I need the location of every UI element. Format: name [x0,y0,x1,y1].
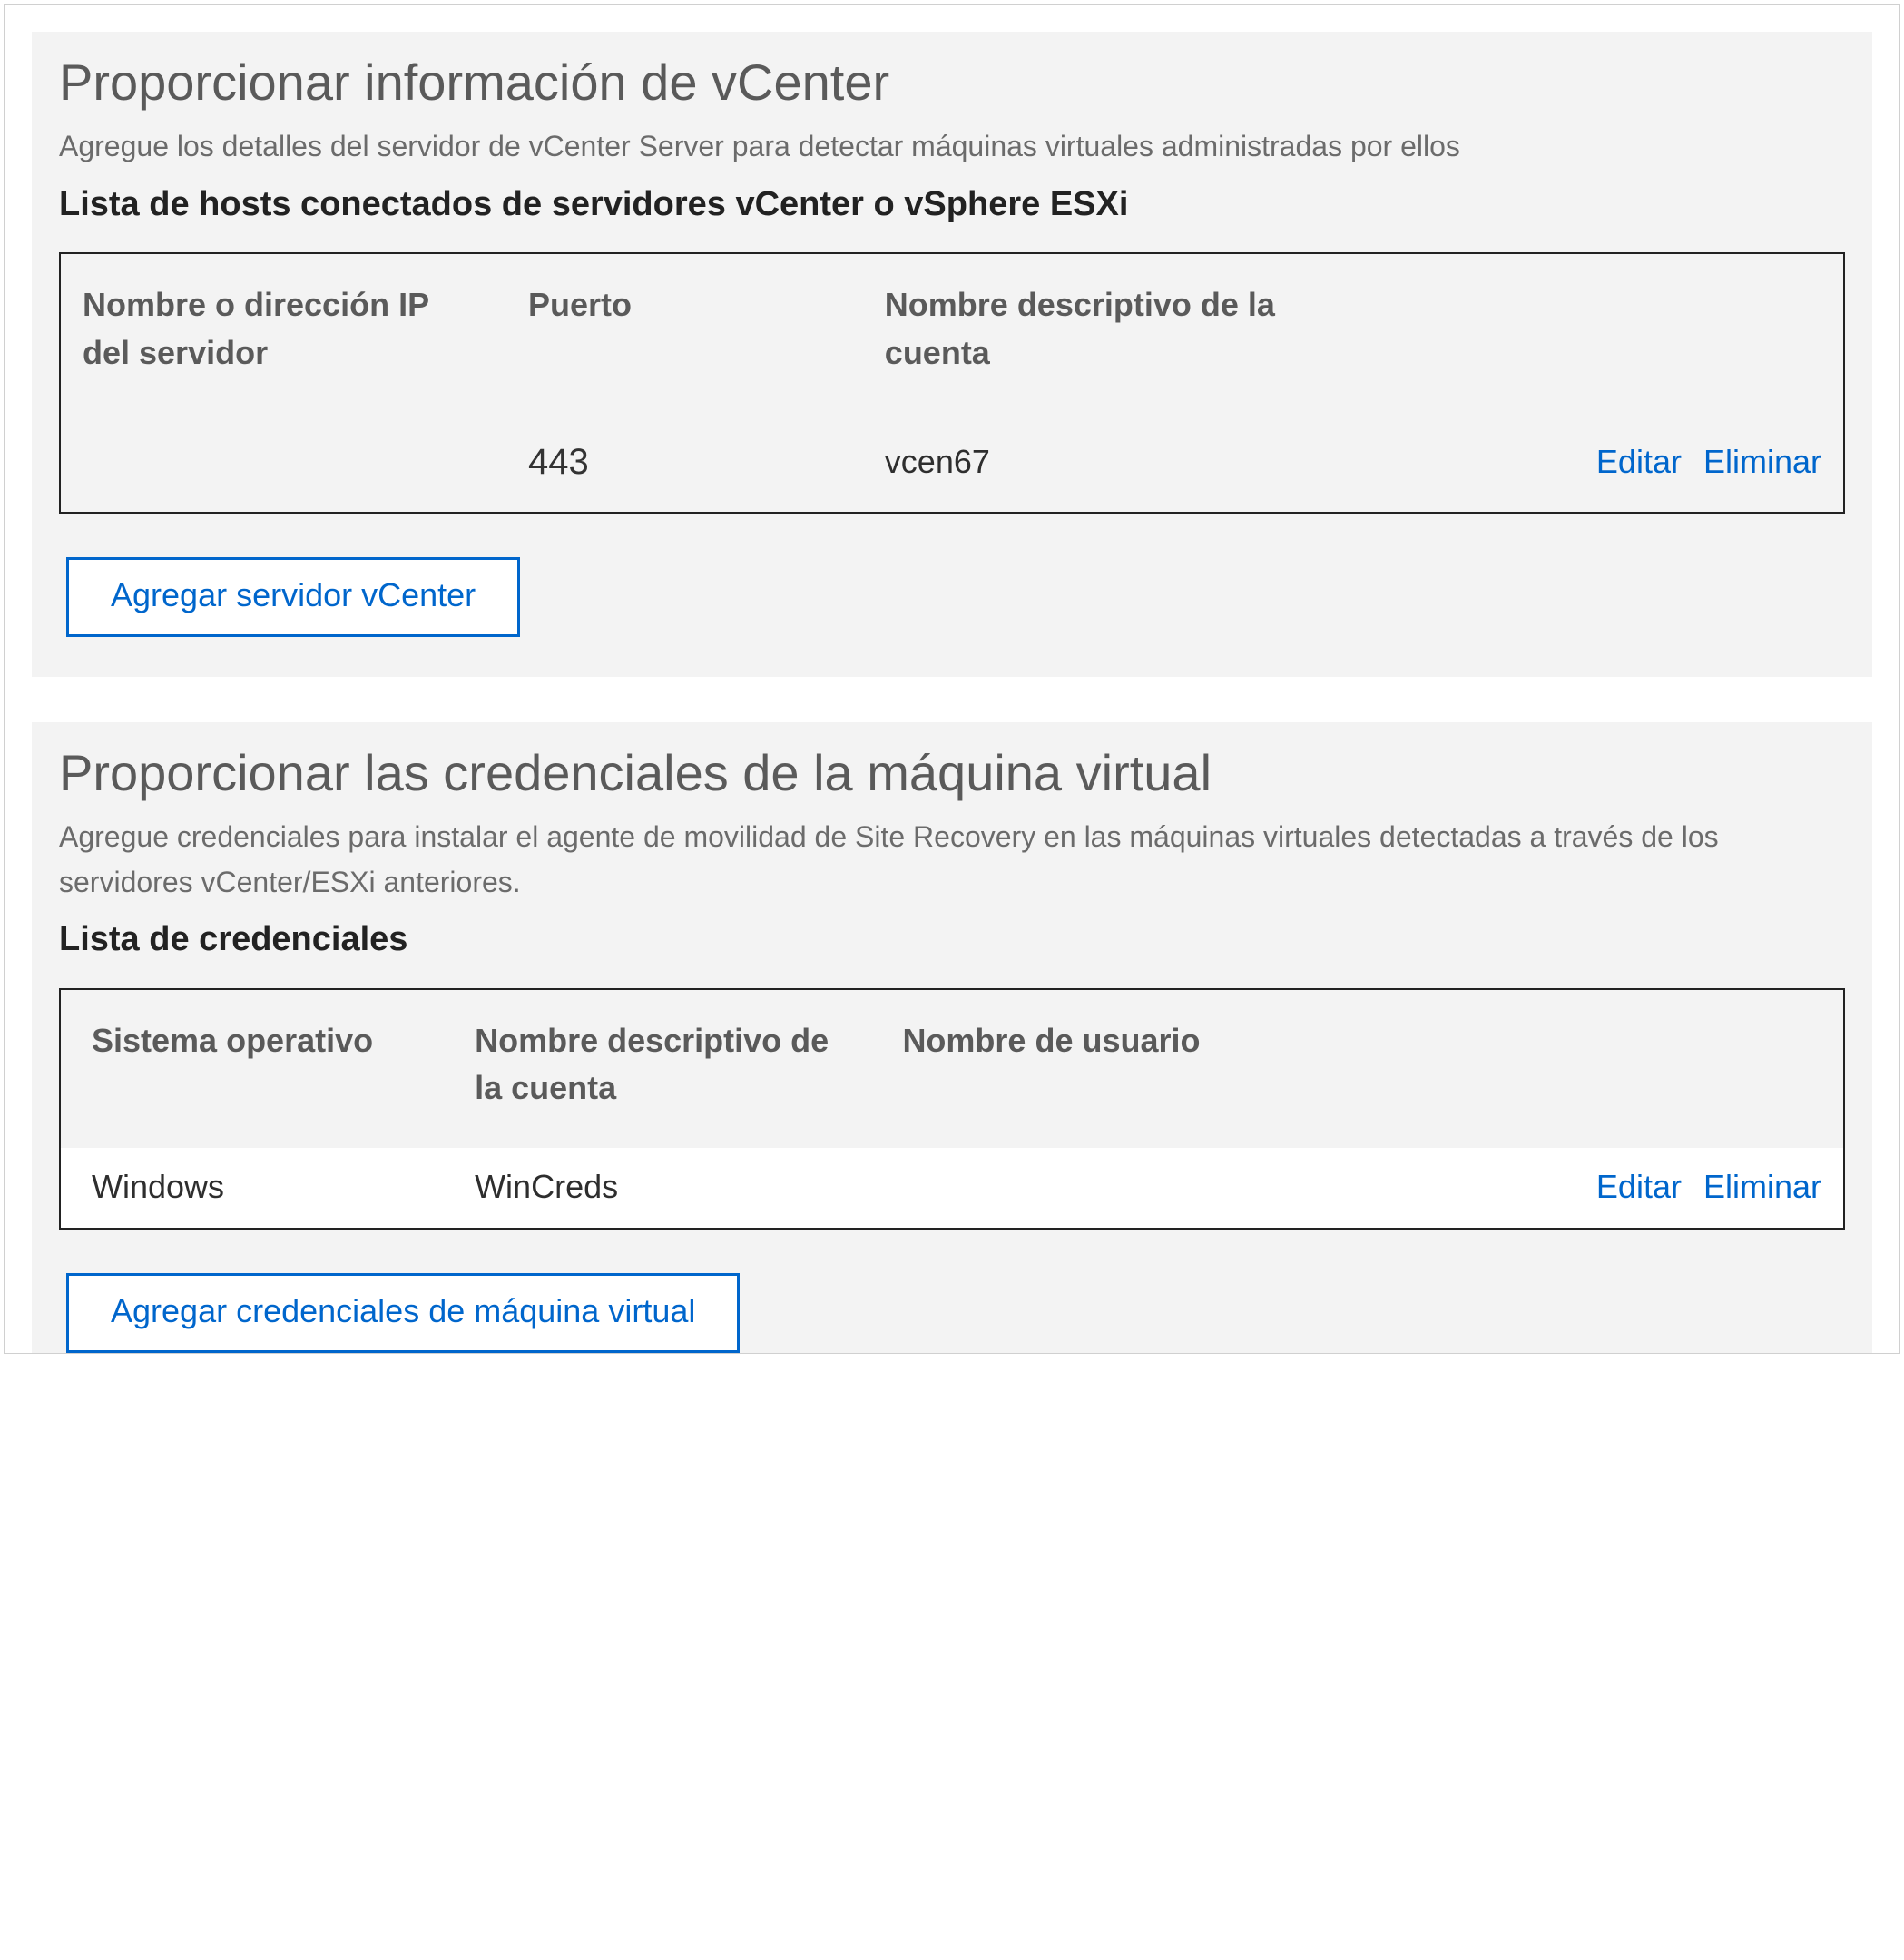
col-header-port: Puerto [506,254,863,416]
cell-friendly: vcen67 [863,416,1362,512]
cell-port: 443 [506,416,863,512]
col-header-friendly: Nombre descriptivo de la cuenta [453,990,880,1148]
page-frame: Proporcionar información de vCenter Agre… [4,4,1900,1354]
table-header-row: Nombre o dirección IP del servidor Puert… [61,254,1843,416]
vcenter-section: Proporcionar información de vCenter Agre… [32,32,1872,677]
delete-link[interactable]: Eliminar [1703,1168,1821,1205]
vm-creds-title: Proporcionar las credenciales de la máqu… [59,744,1845,802]
delete-link[interactable]: Eliminar [1703,443,1821,480]
col-header-actions [1379,990,1843,1148]
cell-os: Windows [61,1148,453,1228]
col-header-user: Nombre de usuario [880,990,1379,1148]
add-vcenter-button[interactable]: Agregar servidor vCenter [66,557,520,637]
table-row: 443 vcen67 Editar Eliminar [61,416,1843,512]
edit-link[interactable]: Editar [1596,443,1682,480]
cell-server [61,416,506,512]
vcenter-table: Nombre o dirección IP del servidor Puert… [59,252,1845,513]
col-header-server: Nombre o dirección IP del servidor [61,254,506,416]
cell-actions: Editar Eliminar [1379,1148,1843,1228]
vcenter-title: Proporcionar información de vCenter [59,54,1845,112]
col-header-friendly: Nombre descriptivo de la cuenta [863,254,1362,416]
vm-creds-description: Agregue credenciales para instalar el ag… [59,815,1845,905]
table-header-row: Sistema operativo Nombre descriptivo de … [61,990,1843,1148]
cell-friendly: WinCreds [453,1148,880,1228]
vcenter-description: Agregue los detalles del servidor de vCe… [59,124,1845,170]
port-value: 443 [528,442,589,482]
col-header-os: Sistema operativo [61,990,453,1148]
vcenter-list-title: Lista de hosts conectados de servidores … [59,182,1845,227]
edit-link[interactable]: Editar [1596,1168,1682,1205]
cell-user [880,1148,1379,1228]
vm-creds-table: Sistema operativo Nombre descriptivo de … [59,988,1845,1230]
vm-creds-section: Proporcionar las credenciales de la máqu… [32,722,1872,1353]
add-vm-creds-button[interactable]: Agregar credenciales de máquina virtual [66,1273,740,1353]
table-row: Windows WinCreds Editar Eliminar [61,1148,1843,1228]
col-header-actions [1362,254,1843,416]
vm-creds-list-title: Lista de credenciales [59,917,1845,962]
cell-actions: Editar Eliminar [1362,416,1843,512]
